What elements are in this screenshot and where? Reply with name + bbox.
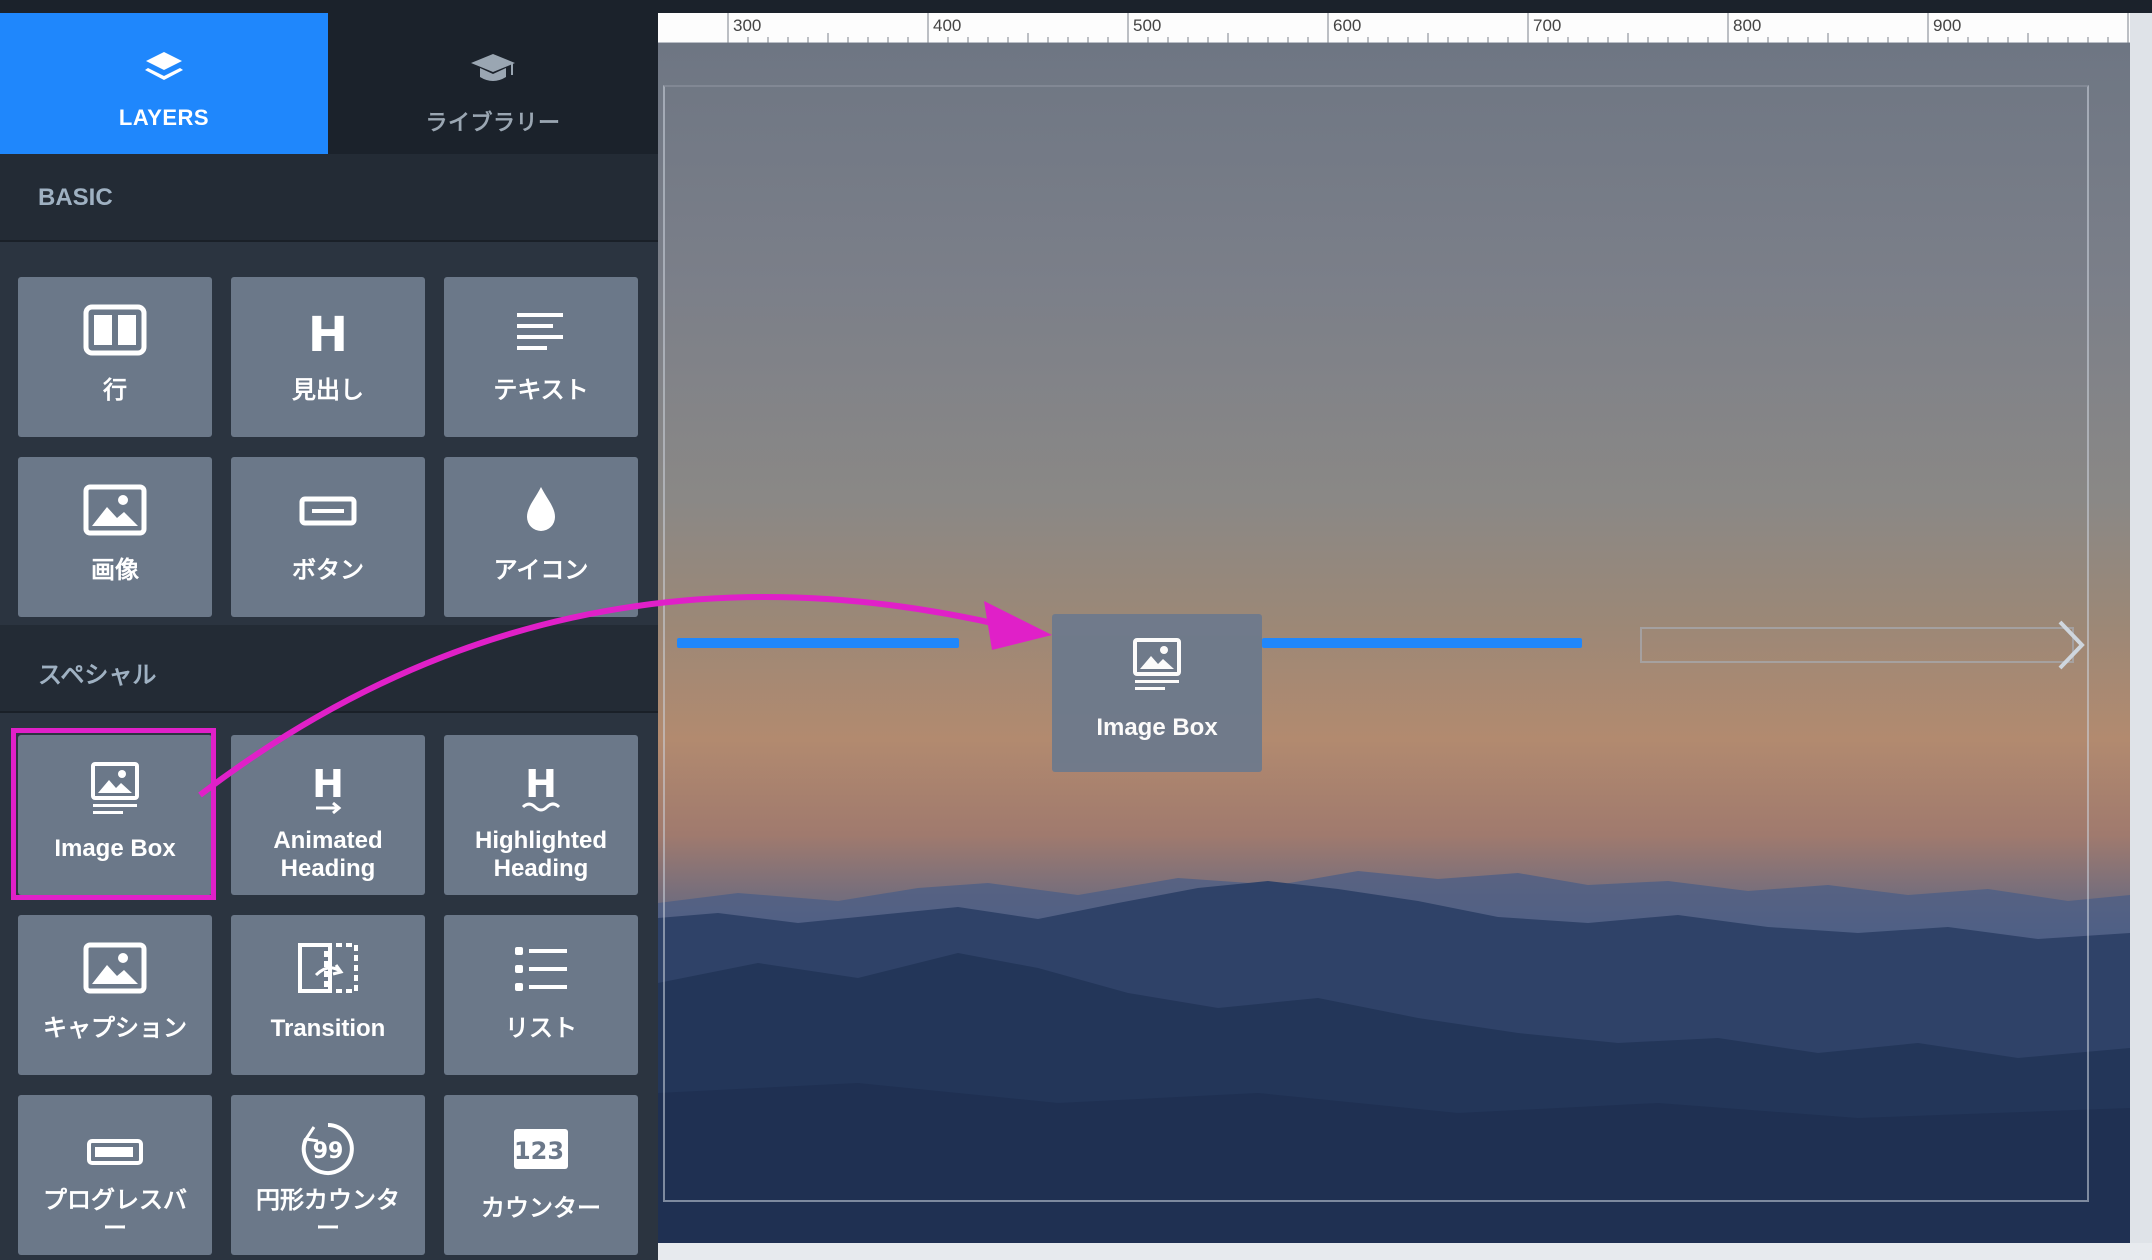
element-counter[interactable]: 123 カウンター xyxy=(444,1095,638,1255)
element-counter-label: カウンター xyxy=(481,1195,601,1222)
element-row[interactable]: 行 xyxy=(18,277,212,437)
element-list-label: リスト xyxy=(505,1015,577,1042)
element-animated-heading[interactable]: H Animated Heading xyxy=(231,735,425,895)
element-progress-bar[interactable]: プログレスバー xyxy=(18,1095,212,1255)
element-highlighted-heading-label-2: Heading xyxy=(493,855,589,882)
drop-indicator-left xyxy=(677,638,959,648)
canvas-area[interactable]: 300 400 500 600 700 800 900 10 xyxy=(658,13,2152,1260)
horizontal-ruler: 300 400 500 600 700 800 900 10 xyxy=(658,13,2152,43)
dragging-image-box-label: Image Box xyxy=(1096,714,1218,741)
caption-image-icon xyxy=(83,942,147,994)
drop-indicator-right xyxy=(1262,638,1582,648)
ruler-ticks xyxy=(727,13,2129,43)
sidebar: LAYERS ライブラリー BASIC 行 H 見出し テキスト 画像 ボタン … xyxy=(0,13,658,1260)
element-image-box-label: Image Box xyxy=(54,835,176,862)
element-text[interactable]: テキスト xyxy=(444,277,638,437)
element-animated-heading-label-2: Heading xyxy=(280,855,376,882)
sidebar-tabs: LAYERS ライブラリー xyxy=(0,13,658,154)
canvas-bottom-bar xyxy=(658,1243,2152,1260)
svg-text:H: H xyxy=(525,762,557,806)
chevron-right-icon[interactable] xyxy=(2050,616,2090,674)
top-bar xyxy=(0,0,2152,13)
button-icon xyxy=(299,496,357,526)
element-progress-bar-label-2: ー xyxy=(103,1215,127,1242)
element-highlighted-heading-label-1: Highlighted xyxy=(475,827,607,854)
heading-icon: H xyxy=(308,307,348,359)
element-circle-counter[interactable]: 99 円形カウンター xyxy=(231,1095,425,1255)
element-transition[interactable]: Transition xyxy=(231,915,425,1075)
ruler-label-800: 800 xyxy=(1733,16,1762,35)
tab-library[interactable]: ライブラリー xyxy=(328,13,658,154)
image-icon xyxy=(83,484,147,536)
svg-text:H: H xyxy=(312,762,344,806)
counter-icon: 123 xyxy=(514,1129,568,1169)
element-transition-label: Transition xyxy=(270,1015,386,1042)
progress-bar-icon xyxy=(87,1139,143,1165)
basic-grid: 行 H 見出し テキスト 画像 ボタン アイコン xyxy=(0,242,658,625)
special-grid: Image Box H Animated Heading H Highlighte… xyxy=(0,713,658,1260)
animated-heading-icon: H xyxy=(312,762,344,815)
image-box-icon xyxy=(91,762,139,814)
droplet-icon xyxy=(527,487,555,531)
tab-layers[interactable]: LAYERS xyxy=(0,13,328,154)
element-image-label: 画像 xyxy=(91,557,139,584)
columns-icon xyxy=(83,304,147,356)
element-icon-label: アイコン xyxy=(493,557,589,584)
transition-icon xyxy=(298,943,358,993)
ruler-label-400: 400 xyxy=(933,16,962,35)
graduation-cap-icon xyxy=(471,54,515,81)
ruler-label-300: 300 xyxy=(733,16,762,35)
ruler-label-600: 600 xyxy=(1333,16,1362,35)
element-button-label: ボタン xyxy=(292,557,364,584)
list-icon xyxy=(515,947,567,991)
element-caption[interactable]: キャプション xyxy=(18,915,212,1075)
element-animated-heading-label-1: Animated xyxy=(273,827,383,854)
element-image[interactable]: 画像 xyxy=(18,457,212,617)
layers-icon xyxy=(145,52,183,80)
element-row-label: 行 xyxy=(103,377,127,404)
element-circle-counter-label-2: ー xyxy=(316,1215,340,1242)
element-caption-label: キャプション xyxy=(43,1015,187,1042)
section-basic[interactable]: BASIC xyxy=(0,154,658,242)
tab-layers-label: LAYERS xyxy=(118,105,210,130)
element-list[interactable]: リスト xyxy=(444,915,638,1075)
circle-counter-icon: 99 xyxy=(301,1123,354,1175)
canvas-scrollbar[interactable] xyxy=(2130,13,2152,1260)
section-special-title: スペシャル xyxy=(38,662,157,689)
image-box-icon xyxy=(1133,638,1181,690)
highlighted-heading-icon: H xyxy=(521,762,561,812)
element-highlighted-heading[interactable]: H Highlighted Heading xyxy=(444,735,638,895)
tab-library-label: ライブラリー xyxy=(425,110,561,135)
element-button[interactable]: ボタン xyxy=(231,457,425,617)
circle-counter-icon-text: 99 xyxy=(313,1139,344,1164)
element-heading[interactable]: H 見出し xyxy=(231,277,425,437)
app-root: LAYERS ライブラリー BASIC 行 H 見出し テキスト 画像 ボタン … xyxy=(0,0,2152,1260)
section-special[interactable]: スペシャル xyxy=(0,625,658,713)
element-icon[interactable]: アイコン xyxy=(444,457,638,617)
section-basic-title: BASIC xyxy=(38,184,113,211)
element-text-label: テキスト xyxy=(493,377,589,404)
text-align-icon xyxy=(517,313,563,350)
element-progress-bar-label-1: プログレスバ xyxy=(43,1187,187,1214)
svg-text:H: H xyxy=(308,307,348,359)
element-image-box[interactable]: Image Box xyxy=(18,735,212,895)
element-heading-label: 見出し xyxy=(292,377,364,404)
placeholder-box xyxy=(1640,627,2074,663)
dragging-image-box[interactable]: Image Box xyxy=(1052,614,1262,772)
element-circle-counter-label-1: 円形カウンタ xyxy=(256,1187,400,1214)
ruler-label-700: 700 xyxy=(1533,16,1562,35)
counter-icon-text: 123 xyxy=(514,1137,564,1165)
ruler-label-500: 500 xyxy=(1133,16,1162,35)
ruler-label-900: 900 xyxy=(1933,16,1962,35)
